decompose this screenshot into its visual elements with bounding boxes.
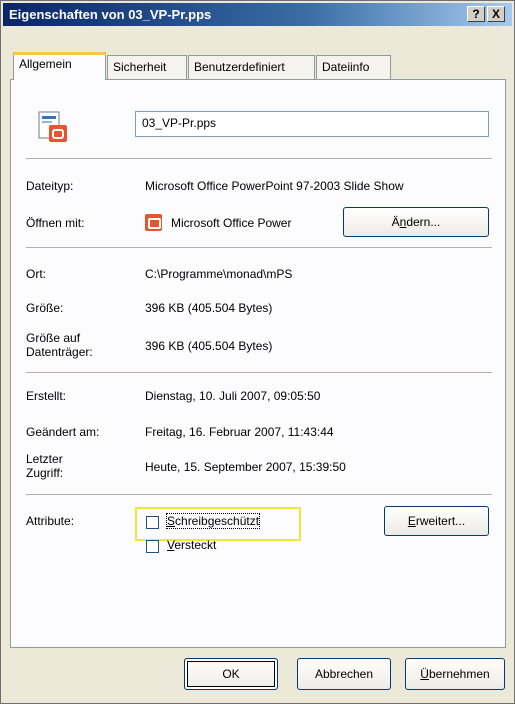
- tab-active-indicator: [13, 52, 106, 55]
- separator: [26, 247, 492, 248]
- size-label: Größe:: [26, 301, 64, 315]
- close-button[interactable]: X: [487, 6, 505, 22]
- change-button-label-end: dern...: [406, 215, 441, 229]
- created-label: Erstellt:: [26, 389, 67, 403]
- window-title: Eigenschaften von 03_VP-Pr.pps: [9, 7, 212, 22]
- tab-label: Benutzerdefiniert: [194, 60, 285, 74]
- accessed-label-line2: Zugriff:: [26, 466, 64, 480]
- disksize-value: 396 KB (405.504 Bytes): [145, 339, 273, 353]
- tab-label: Dateiinfo: [322, 60, 370, 74]
- size-value: 396 KB (405.504 Bytes): [145, 301, 273, 315]
- advanced-button-label: rweitert...: [415, 514, 466, 528]
- separator: [26, 158, 492, 159]
- tab-benutzerdefiniert[interactable]: Benutzerdefiniert: [188, 55, 315, 79]
- change-button-label-start: Ä: [391, 215, 400, 229]
- disksize-label-line2: Datenträger:: [26, 345, 93, 359]
- modified-value: Freitag, 16. Februar 2007, 11:43:44: [145, 425, 334, 439]
- attributes-label: Attribute:: [26, 514, 75, 528]
- location-label: Ort:: [26, 267, 46, 281]
- apply-accelerator: Ü: [420, 667, 429, 681]
- ok-button[interactable]: OK: [184, 658, 278, 690]
- apply-button[interactable]: Übernehmen: [405, 658, 505, 690]
- hidden-checkbox[interactable]: [146, 540, 159, 553]
- openwith-label: Öffnen mit:: [26, 216, 85, 230]
- filename-input[interactable]: 03_VP-Pr.pps: [135, 111, 489, 137]
- readonly-label[interactable]: Schreibgeschützt: [165, 513, 261, 529]
- separator: [26, 494, 492, 495]
- tab-label: Sicherheit: [113, 60, 167, 74]
- tab-allgemein[interactable]: Allgemein: [13, 52, 106, 80]
- hidden-label-rest: ersteckt: [174, 538, 217, 552]
- openwith-value: Microsoft Office Power: [171, 216, 292, 230]
- modified-label: Geändert am:: [26, 425, 100, 439]
- readonly-accelerator: S: [167, 514, 176, 528]
- advanced-button[interactable]: Erweitert...: [384, 506, 489, 536]
- change-button[interactable]: Ändern...: [343, 207, 489, 237]
- tab-dateiinfo[interactable]: Dateiinfo: [316, 55, 391, 79]
- separator: [26, 372, 492, 373]
- location-value: C:\Programme\monad\mPS: [145, 267, 293, 281]
- readonly-label-rest: chreibgeschützt: [175, 514, 260, 528]
- tab-label: Allgemein: [19, 57, 72, 71]
- disksize-label-line1: Größe auf: [26, 331, 81, 345]
- filetype-label: Dateityp:: [26, 179, 74, 193]
- tab-sicherheit[interactable]: Sicherheit: [107, 55, 187, 79]
- pps-file-icon: [35, 110, 69, 144]
- cancel-button[interactable]: Abbrechen: [297, 658, 391, 690]
- powerpoint-app-icon: [145, 214, 162, 231]
- general-tab-panel: 03_VP-Pr.pps Dateityp: Microsoft Office …: [10, 79, 506, 648]
- apply-button-label: bernehmen: [428, 667, 490, 681]
- readonly-checkbox[interactable]: [146, 516, 159, 529]
- advanced-accelerator: E: [407, 514, 416, 528]
- title-bar[interactable]: Eigenschaften von 03_VP-Pr.pps ? X: [3, 3, 512, 26]
- hidden-label[interactable]: Versteckt: [167, 538, 216, 552]
- properties-dialog: Eigenschaften von 03_VP-Pr.pps ? X Allge…: [0, 0, 515, 704]
- filetype-value: Microsoft Office PowerPoint 97-2003 Slid…: [145, 179, 404, 193]
- accessed-label-line1: Letzter: [26, 452, 63, 466]
- accessed-value: Heute, 15. September 2007, 15:39:50: [145, 460, 346, 474]
- help-button[interactable]: ?: [467, 6, 485, 22]
- created-value: Dienstag, 10. Juli 2007, 09:05:50: [145, 389, 321, 403]
